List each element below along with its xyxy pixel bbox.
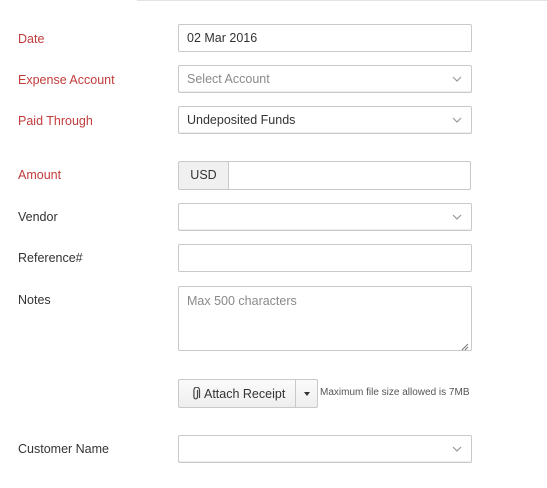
date-label: Date <box>18 32 45 46</box>
expense-account-label: Expense Account <box>18 73 115 87</box>
notes-label: Notes <box>18 293 51 307</box>
attach-options-toggle[interactable] <box>296 379 319 408</box>
date-field[interactable]: 02 Mar 2016 <box>178 24 472 52</box>
expense-account-placeholder: Select Account <box>187 72 270 86</box>
paid-through-value: Undeposited Funds <box>187 113 296 127</box>
amount-label: Amount <box>18 168 62 182</box>
customer-name-select[interactable] <box>178 435 472 463</box>
attach-receipt-group: Attach Receipt <box>178 379 319 408</box>
reference-input[interactable] <box>178 244 472 272</box>
chevron-down-icon <box>452 116 462 124</box>
amount-input-group: USD <box>178 161 471 190</box>
paid-through-select[interactable]: Undeposited Funds <box>178 106 472 134</box>
paid-through-label: Paid Through <box>18 114 93 128</box>
resize-handle-icon[interactable] <box>461 340 469 351</box>
chevron-down-icon <box>452 75 462 83</box>
date-value: 02 Mar 2016 <box>187 31 258 45</box>
chevron-down-icon <box>452 213 462 221</box>
currency-addon: USD <box>179 162 229 189</box>
reference-label: Reference# <box>18 251 83 265</box>
customer-name-label: Customer Name <box>18 442 109 456</box>
vendor-select[interactable] <box>178 203 472 231</box>
caret-down-icon <box>304 392 311 396</box>
notes-textarea[interactable]: Max 500 characters <box>178 286 472 351</box>
expense-account-select[interactable]: Select Account <box>178 65 472 93</box>
vendor-label: Vendor <box>18 210 58 224</box>
attach-receipt-label: Attach Receipt <box>204 386 286 401</box>
top-divider <box>137 0 547 1</box>
chevron-down-icon <box>452 445 462 453</box>
paperclip-icon <box>191 386 201 401</box>
attach-receipt-button[interactable]: Attach Receipt <box>178 379 297 408</box>
amount-input[interactable] <box>230 162 470 189</box>
notes-placeholder: Max 500 characters <box>187 294 297 308</box>
file-size-hint: Maximum file size allowed is 7MB <box>320 387 470 398</box>
